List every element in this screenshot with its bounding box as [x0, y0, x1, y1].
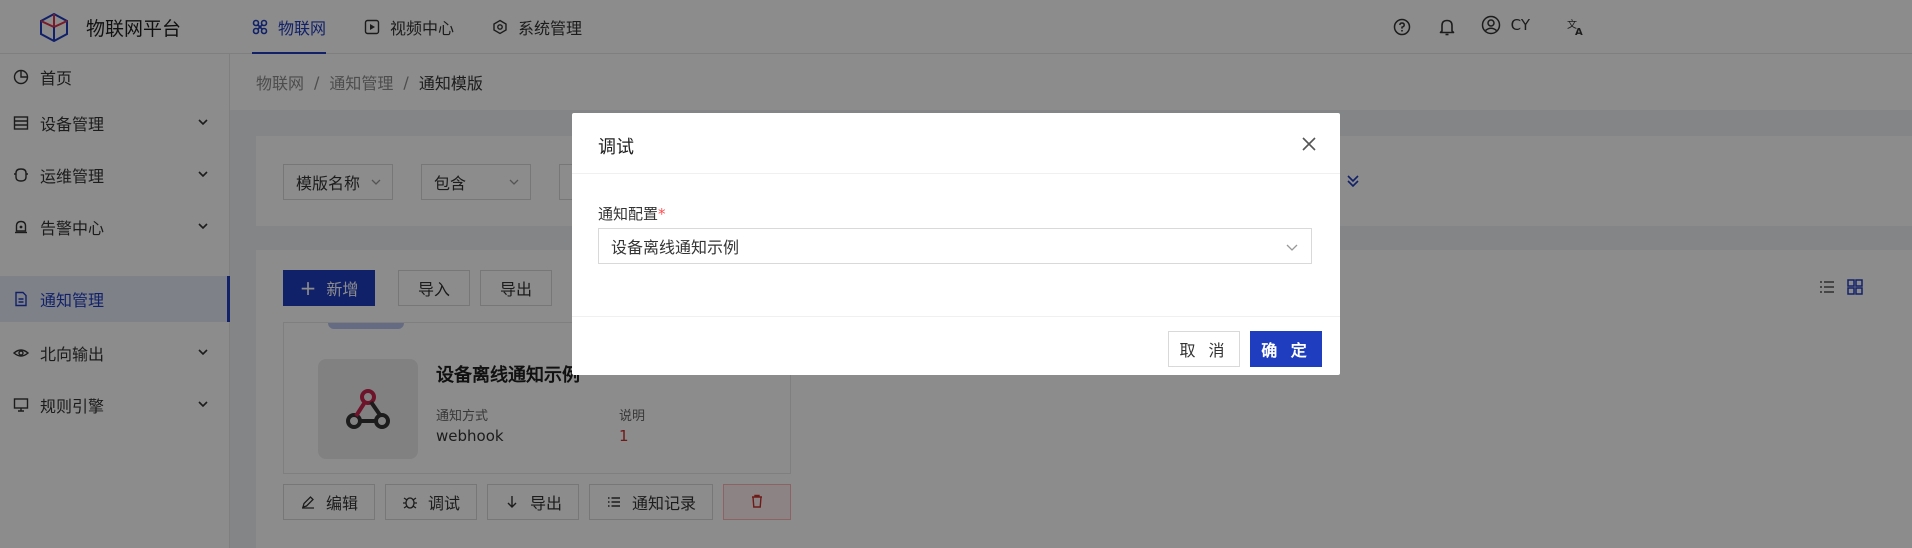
notice-config-label-text: 通知配置: [598, 205, 659, 223]
notice-config-select[interactable]: 设备离线通知示例: [598, 228, 1312, 264]
confirm-button[interactable]: 确 定: [1250, 331, 1322, 367]
close-icon[interactable]: [1300, 135, 1318, 153]
modal-title: 调试: [598, 137, 634, 158]
modal-header: 调试: [572, 113, 1340, 174]
debug-modal: 调试 通知配置* 设备离线通知示例 取 消 确 定: [572, 113, 1340, 375]
chevron-down-icon: [1286, 244, 1298, 251]
notice-config-label: 通知配置*: [598, 203, 666, 224]
required-mark: *: [658, 205, 666, 223]
cancel-button[interactable]: 取 消: [1168, 331, 1240, 367]
notice-config-value: 设备离线通知示例: [611, 238, 740, 257]
modal-footer: 取 消 确 定: [572, 316, 1340, 375]
